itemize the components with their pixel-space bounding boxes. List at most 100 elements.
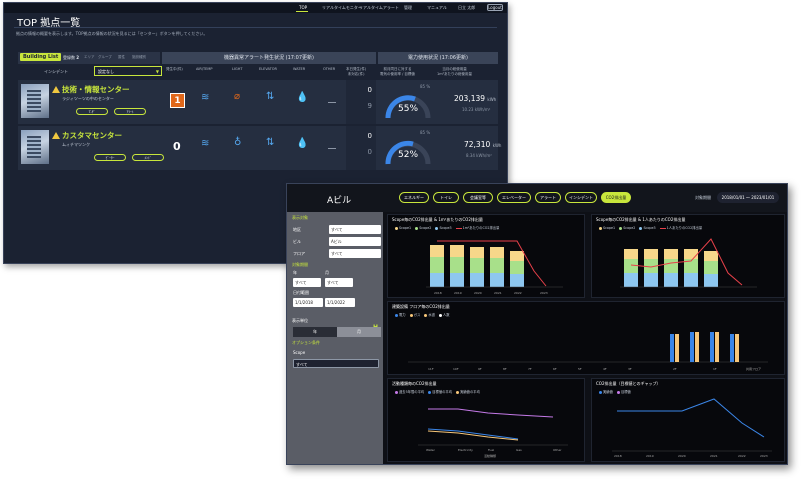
legend-past-average: 過去5年間の平均 [399,390,425,394]
tab-facility-type[interactable]: 施設種別 [132,55,146,60]
activity-line-chart: Water Electricity Fuel Gas Other 活動種類 [418,408,568,458]
building-subtitle: ラジィツーツの中のセンター [62,96,114,101]
floor-select[interactable]: すべて [329,249,381,258]
option-section-title: オプション条件 [292,340,320,345]
x-tick: 1F [713,367,717,371]
tab-area[interactable]: エリア [84,55,95,60]
chart-panel-scope-area: Scope毎のCO2排出量 & 1m²あたりのCO2排出量 Scope1 Sco… [387,214,585,298]
date-range-label: 日付範囲 [293,290,309,295]
x-tick: Fuel [488,448,494,452]
air-temp-icon: ≋ [201,92,210,103]
tab-group[interactable]: グループ [98,55,112,60]
building-count-value: 2 [76,55,80,60]
building-name[interactable]: カスタマセンター [62,130,122,141]
building-row: 技術・情報センター ラジィツーツの中のセンター T-ｻﾞ ｱﾗｰﾄ 1 ≋ ⌀ … [18,80,498,124]
x-tick: 2023 [760,454,768,458]
col-water: WATER [293,67,306,71]
building-select[interactable]: Aビル [329,237,381,246]
warning-icon [52,132,60,139]
building-title: Aビル [327,196,352,206]
chevron-down-icon: ▼ [155,69,159,74]
alert-count: 0 [173,140,181,153]
tab-alert[interactable]: アラート [535,192,561,203]
scope-label: Scope [293,350,306,355]
x-tick: Other [553,448,562,452]
target-section-title: 表示対象 [292,215,308,220]
water-drop-icon: 💧 [296,92,309,103]
chart-legend: 過去5年間の平均 目標値の平均 実績値の平均 [392,389,480,394]
target-gap-line-chart: 2018 2019 2020 2021 2022 2023 [612,398,772,458]
building-alert-button[interactable]: ﾒﾝﾄﾞ [132,154,164,161]
x-tick: 6F [553,367,557,371]
chart-legend: 実績値 目標値 [596,389,631,394]
nav-realtime-monitor[interactable]: リアルタイムモニター [322,5,362,11]
x-tick: 11F [428,367,434,371]
chart-legend: Scope1 Scope2 Scope3 1人あたりのCO2排出量 [596,225,702,230]
nav-manual[interactable]: マニュアル [427,5,447,11]
tab-incident[interactable]: インシデント [565,192,597,203]
building-count-label: 登録数 [63,55,75,60]
floor-label: フロア [293,251,305,256]
month-select[interactable]: すべて [325,278,353,287]
legend-target: 目標値 [620,390,631,394]
x-tick: 3F [628,367,632,371]
x-tick: 2019 [646,454,654,458]
incident-filter-select[interactable]: 設定なし ▼ [94,66,162,76]
floor-bar-chart: 11F 10F 9F 8F 7F 6F 5F 4F 3F 2F 1F 共用フロア [408,332,768,371]
building-photo [21,130,49,164]
tab-toilet[interactable]: トイレ [433,192,459,203]
legend-people: 人数 [442,313,450,317]
col-demand: 前月同日に対する 電気の使用率 / 目標値 [380,67,415,76]
period-value[interactable]: 2018/01/01 ～ 2023/01/01 [717,192,779,203]
col-air: AIR/TEMP [196,67,213,71]
chart-title: 活動種類毎のCO2排出量 [392,381,437,386]
unit-year-toggle[interactable]: 年 [293,327,337,337]
chart-title: CO2排出量（目標値とのギャップ） [596,381,661,386]
year-label: 年 [293,270,297,275]
nav-management[interactable]: 管理 [404,5,412,11]
chart-legend: 電力 ガス 水道 人数 [392,312,450,317]
kwh-unit: kWh [492,143,502,148]
building-list-header: Building List 登録数 2 エリア グループ 属性 施設種別 [18,52,160,64]
period-section-title: 対象期間 [292,262,308,267]
chart-panel-floor: 建築設備 フロア毎のCO2排出量 電力 ガス 水道 人数 11F 10F 9F … [387,301,785,375]
legend-line: 1人あたりのCO2排出量 [666,226,703,230]
col-light: LIGHT [232,67,243,71]
building-center-button[interactable]: ﾋﾞｰﾀｰ [94,154,126,161]
page-description: 拠点の情報の概要を表示します。TOP拠点の情報の状況を見るには「センター」ボタン… [16,31,208,36]
tab-elevator[interactable]: エレベーター [497,192,531,203]
building-name[interactable]: 技術・情報センター [62,84,130,95]
date-to-input[interactable]: 1/1/2022 [325,298,355,307]
building-alert-button[interactable]: ｱﾗｰﾄ [114,108,146,115]
tab-co2[interactable]: CO2排出量 [601,192,631,203]
building-center-button[interactable]: T-ｻﾞ [76,108,108,115]
legend-actual: 実績値 [603,390,613,394]
year-select[interactable]: すべて [293,278,321,287]
x-tick: 2020 [678,454,686,458]
area-select[interactable]: すべて [329,225,381,234]
month-label: 月 [325,270,329,275]
unit-month-toggle[interactable]: 月 [337,327,381,337]
date-from-input[interactable]: 1/1/2018 [293,298,323,307]
nav-realtime-alert[interactable]: リアルタイムアラート [359,5,399,11]
tab-attribute[interactable]: 属性 [118,55,125,60]
count-cell: 0 0 [346,126,376,170]
legend-line: 1m²あたりのCO2排出量 [462,226,500,230]
col-elevator: ELEVATOR [259,67,277,71]
x-tick: 2018 [614,454,622,458]
alert-count-badge[interactable]: 1 [170,93,185,108]
building-row: カスタマセンター ムィチマツンク ﾋﾞｰﾀｰ ﾒﾝﾄﾞ 0 ≋ ♁ ⇅ 💧 0 … [18,126,501,170]
chart-panel-activity: 活動種類毎のCO2排出量 過去5年間の平均 目標値の平均 実績値の平均 Wate… [387,378,585,462]
air-temp-icon: ≋ [201,138,210,149]
gauge-percent: 52% [398,150,419,160]
legend-target-average: 目標値の平均 [432,390,453,394]
open-count: 9 [367,102,372,110]
kwh-unit: kWh [487,97,497,102]
tab-energy[interactable]: エネルギー [399,192,429,203]
nav-top[interactable]: TOP [299,5,307,10]
scope-select[interactable]: すべて [293,359,379,368]
x-tick: 8F [503,367,507,371]
tab-meeting-room[interactable]: 会議室等 [463,192,493,203]
logout-button[interactable]: Logout [487,4,503,11]
legend-gas: ガス [413,313,421,317]
